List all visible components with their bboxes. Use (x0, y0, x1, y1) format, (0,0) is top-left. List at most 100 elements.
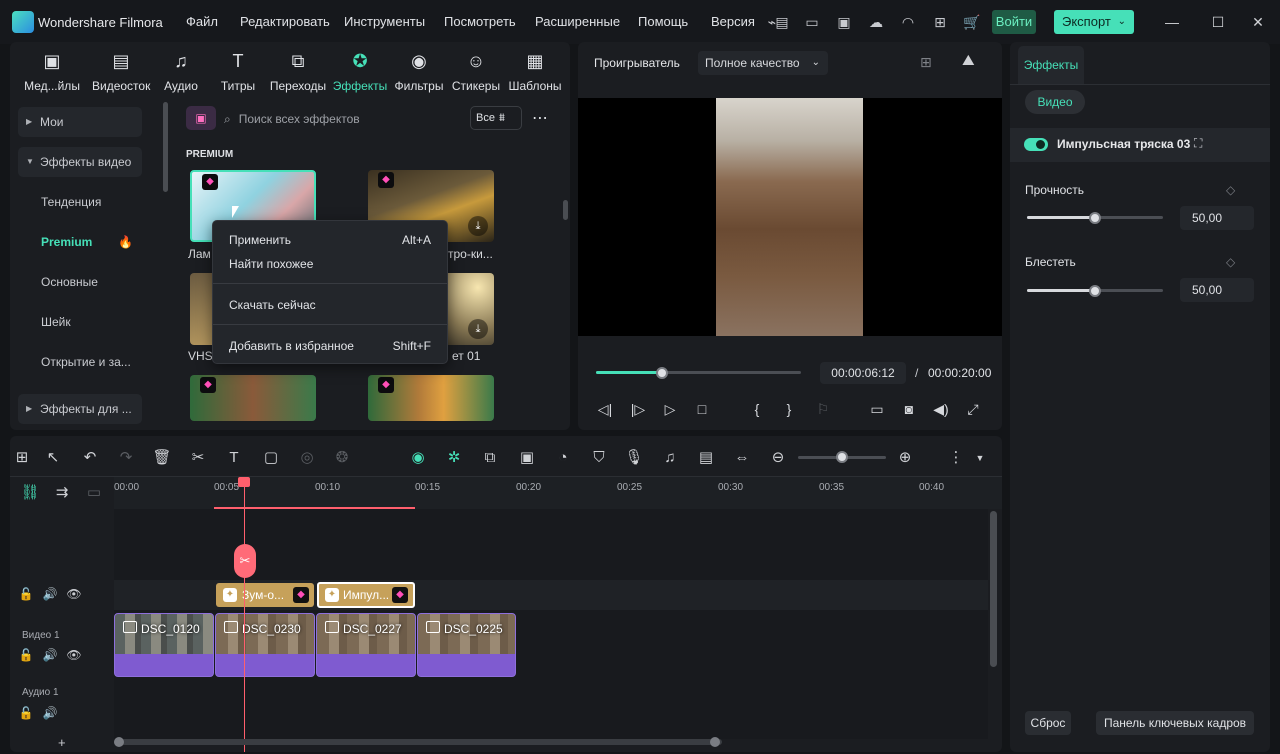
fullscreen-icon[interactable]: ⤢ (962, 398, 984, 420)
volume-icon[interactable]: 🔊 (42, 706, 58, 720)
mark-in-icon[interactable]: { (746, 398, 768, 420)
strength-handle[interactable] (1089, 212, 1101, 224)
screen-icon[interactable]: ▭ (802, 12, 822, 32)
split-track-icon[interactable]: ▭ (84, 483, 104, 503)
subtab-video[interactable]: Видео (1025, 90, 1085, 114)
premium-store-icon[interactable]: ▣ (186, 106, 216, 130)
cloud-icon[interactable]: ☁ (866, 12, 886, 32)
keyframe-diamond-icon[interactable]: ◇ (1226, 183, 1235, 197)
sidebar-item-trending[interactable]: Тенденция (18, 187, 142, 217)
layout-icon[interactable]: ⊞ (12, 448, 32, 468)
camera-icon[interactable]: ◙ (898, 398, 920, 420)
lock-icon[interactable]: 🔓 (18, 648, 34, 662)
speed-icon[interactable]: ◔ (553, 448, 573, 468)
tab-transitions[interactable]: ⧉ Переходы (269, 50, 327, 98)
delete-icon[interactable]: 🗑 (152, 448, 172, 468)
audio-list-icon[interactable]: ♫ (660, 448, 680, 468)
play-icon[interactable]: ▷ (659, 398, 681, 420)
select-tool-icon[interactable]: ↖ (43, 448, 63, 468)
fit-icon[interactable]: ⇔ (732, 448, 752, 468)
login-button[interactable]: Войти (992, 10, 1036, 34)
snap-icon[interactable]: ✲ (444, 448, 464, 468)
effect-settings-icon[interactable]: ⛶ (1194, 136, 1202, 151)
minimize-icon[interactable]: — (1160, 12, 1184, 32)
menu-file[interactable]: Файл (186, 14, 218, 29)
cart-icon[interactable]: 🛒 (962, 12, 982, 32)
menu-help[interactable]: Помощь (638, 14, 688, 29)
video-clip[interactable]: DSC_0227 (316, 613, 416, 677)
marker-icon[interactable]: ⚐ (812, 398, 834, 420)
keyframe-panel-button[interactable]: Панель ключевых кадров (1096, 711, 1254, 735)
maximize-icon[interactable]: ☐ (1206, 12, 1230, 32)
text-tool-icon[interactable]: T (224, 448, 244, 468)
tab-effects[interactable]: ✪ Эффекты (331, 50, 389, 98)
effect-thumb-clone[interactable]: ◆ (368, 375, 494, 421)
filter-dropdown[interactable]: Все ⩩ (470, 106, 522, 130)
sidebar-item-mine[interactable]: ▶ Мои (18, 107, 142, 137)
effect-thumb-portrait[interactable]: ◆ (190, 375, 316, 421)
video-clip[interactable]: DSC_0225 (417, 613, 516, 677)
menu-find-similar[interactable]: Найти похожее (229, 257, 313, 271)
hscroll-end-handle[interactable] (710, 737, 720, 747)
current-time[interactable]: 00:00:06:12 (820, 362, 906, 384)
feedback-icon[interactable]: ▤ (772, 12, 792, 32)
zoom-in-icon[interactable]: ⊕ (895, 448, 915, 468)
tab-templates[interactable]: ▦ Шаблоны (506, 50, 564, 98)
sidebar-scrollbar[interactable] (163, 102, 168, 192)
fx-clip-zoom[interactable]: ✦ Зум-о... ◆ (216, 583, 314, 607)
render-icon[interactable]: ▤ (696, 448, 716, 468)
microphone-icon[interactable]: 🎙 (624, 448, 644, 468)
sidebar-item-shake[interactable]: Шейк (18, 307, 142, 337)
video-clip[interactable]: DSC_0120 (114, 613, 214, 677)
chevron-down-icon[interactable]: ▼ (970, 448, 990, 468)
playhead[interactable] (244, 483, 245, 752)
sidebar-item-more-effects[interactable]: ▶ Эффекты для ... (18, 394, 142, 424)
grid-view-icon[interactable]: ⊞ (920, 54, 932, 71)
prev-frame-icon[interactable]: ◁| (594, 398, 616, 420)
effect-toggle[interactable] (1024, 138, 1048, 151)
search-input[interactable]: ⌕ Поиск всех эффектов (224, 108, 464, 130)
tab-effects-props[interactable]: Эффекты (1018, 46, 1084, 84)
tab-audio[interactable]: ♫ Аудио (152, 50, 210, 98)
shield-icon[interactable]: ⛉ (589, 448, 609, 468)
effects-scrollbar[interactable] (563, 200, 568, 220)
scissors-icon[interactable]: ✂ (188, 448, 208, 468)
lock-icon[interactable]: 🔓 (18, 587, 34, 601)
download-icon[interactable]: ⤓ (468, 216, 488, 236)
crop-icon[interactable]: ▢ (261, 448, 281, 468)
save-icon[interactable]: ▣ (834, 12, 854, 32)
split-scissors-icon[interactable]: ✂ (234, 544, 256, 578)
add-media-icon[interactable]: ▣ (517, 448, 537, 468)
motion-icon[interactable]: ⧉ (480, 448, 500, 468)
sidebar-item-basic[interactable]: Основные (18, 267, 142, 297)
eye-icon[interactable]: 👁 (66, 587, 82, 601)
video-clip[interactable]: DSC_0230 (215, 613, 315, 677)
hscroll-start-handle[interactable] (114, 737, 124, 747)
reset-button[interactable]: Сброс (1025, 711, 1071, 735)
menu-advanced[interactable]: Расширенные (535, 14, 620, 29)
menu-version[interactable]: Версия (711, 14, 755, 29)
lock-icon[interactable]: 🔓 (18, 706, 34, 720)
menu-download[interactable]: Скачать сейчас (229, 298, 316, 312)
headset-icon[interactable]: ◠ (898, 12, 918, 32)
menu-apply[interactable]: Применить (229, 233, 291, 247)
undo-icon[interactable]: ↶ (80, 448, 100, 468)
effect-thumb-light[interactable]: ⤓ (440, 273, 494, 345)
keyframe-diamond-icon[interactable]: ◇ (1226, 255, 1235, 269)
volume-icon[interactable]: 🔊 (42, 648, 58, 662)
link-icon[interactable]: ⛓ (20, 483, 40, 503)
mark-out-icon[interactable]: } (778, 398, 800, 420)
menu-add-favorite[interactable]: Добавить в избранное (229, 339, 354, 353)
video-preview[interactable] (578, 98, 1002, 336)
add-track-button[interactable]: + (58, 735, 66, 750)
track-options-icon[interactable]: ⋮ (946, 448, 966, 468)
timeline-hscroll[interactable] (114, 737, 722, 747)
redo-icon[interactable]: ↷ (116, 448, 136, 468)
tab-stickers[interactable]: ☺ Стикеры (447, 50, 505, 98)
next-frame-icon[interactable]: |▷ (627, 398, 649, 420)
playback-handle[interactable] (655, 367, 668, 379)
menu-tools[interactable]: Инструменты (344, 14, 425, 29)
export-button[interactable]: Экспорт ⌄ (1054, 10, 1134, 34)
fx-clip-pulse[interactable]: ✦ Импул... ◆ (317, 582, 415, 608)
strength-value[interactable]: 50,00 (1180, 206, 1254, 230)
